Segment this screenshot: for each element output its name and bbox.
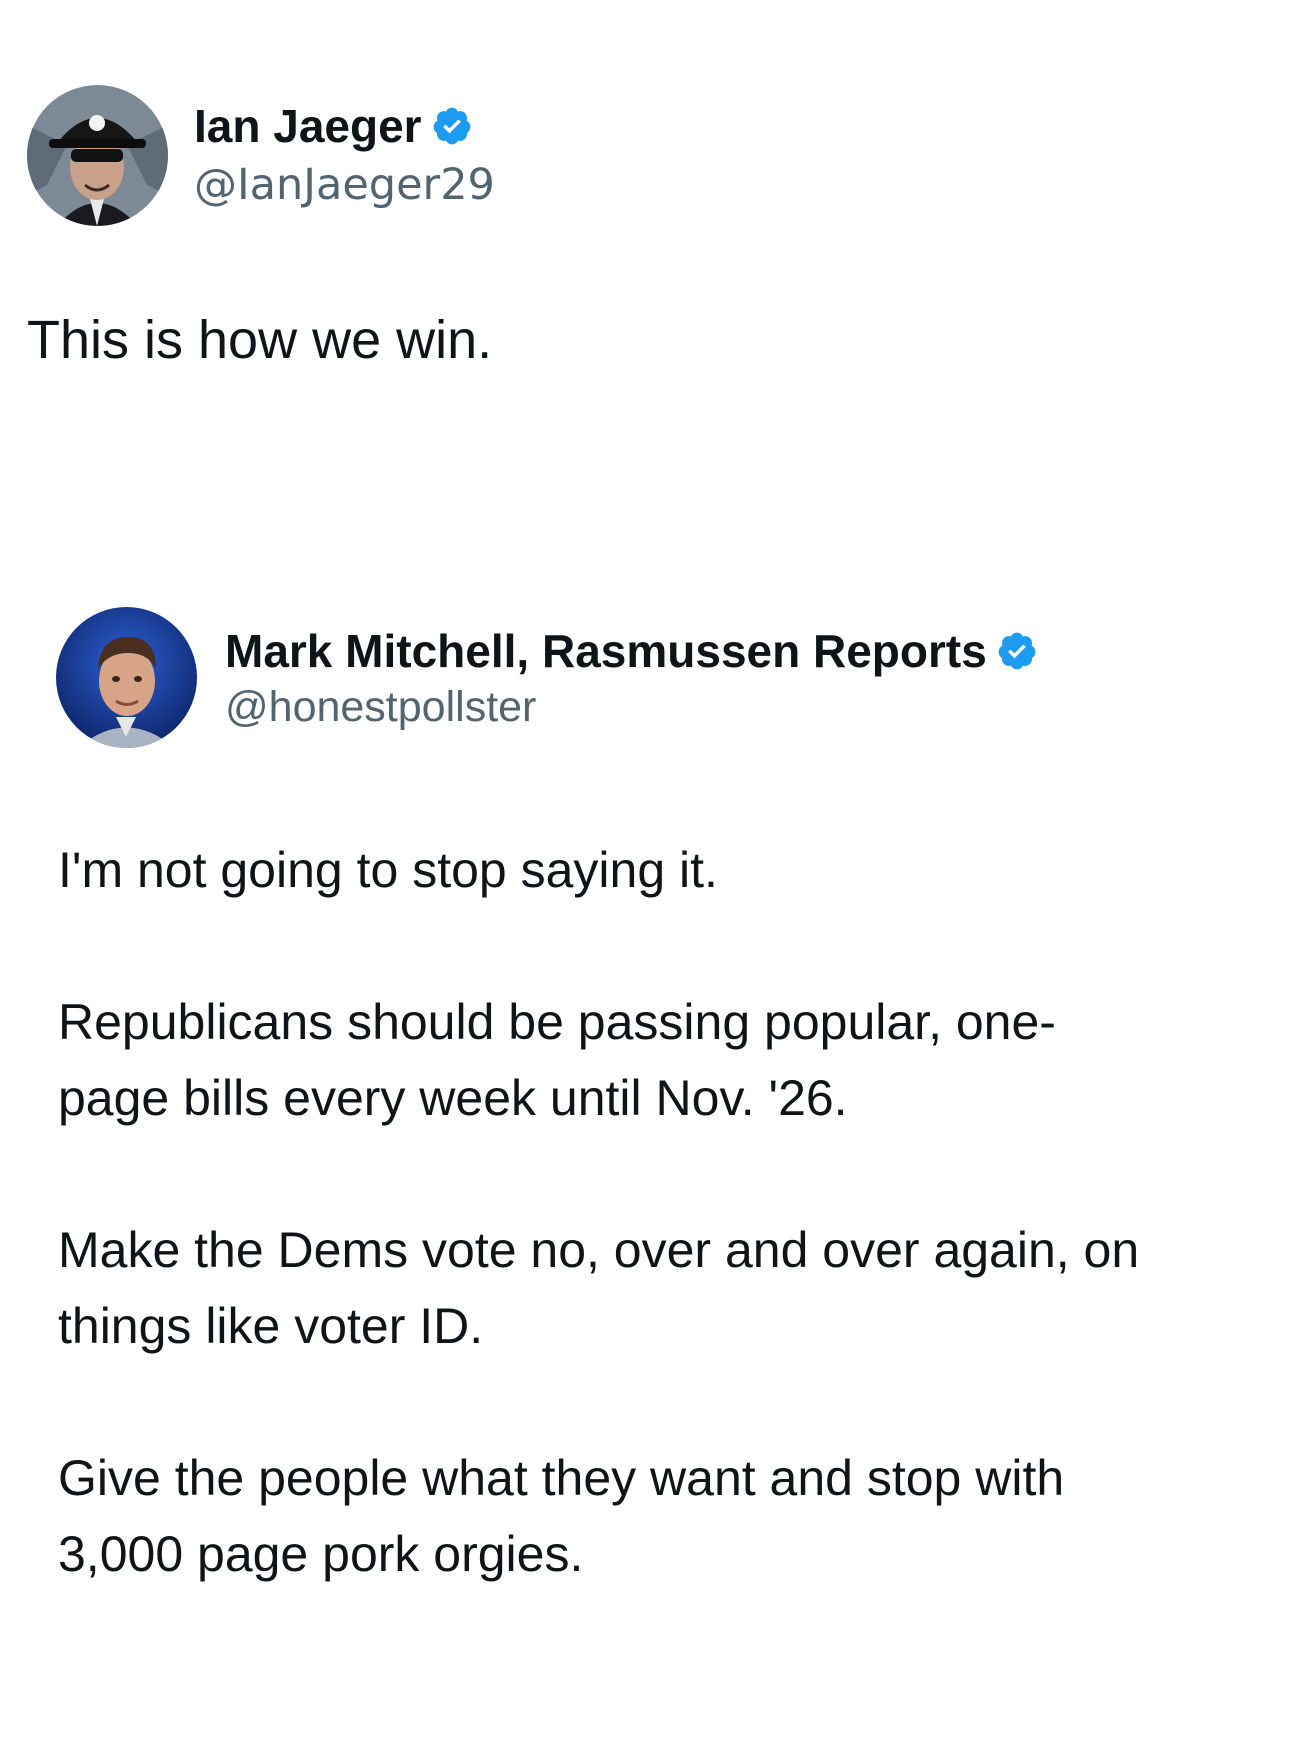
author-name[interactable]: Ian Jaeger (194, 99, 422, 153)
quoted-paragraph: Give the people what they want and stop … (58, 1450, 1065, 1582)
avatar[interactable] (27, 85, 168, 226)
quoted-author-handle[interactable]: @honestpollster (225, 683, 536, 732)
quoted-paragraph: Republicans should be passing popular, o… (58, 994, 1056, 1126)
verified-badge-icon (431, 105, 473, 147)
author-handle[interactable]: @IanJaeger29 (194, 160, 495, 210)
post-text: This is how we win. (27, 310, 493, 370)
quoted-paragraph: I'm not going to stop saying it. (58, 842, 718, 898)
quoted-author-name-line[interactable]: Mark Mitchell, Rasmussen Reports (225, 623, 1038, 679)
author-name-line[interactable]: Ian Jaeger (194, 98, 473, 154)
quoted-post-text: I'm not going to stop saying it. Republi… (58, 832, 1258, 1592)
avatar-man-in-black-cap-icon (27, 85, 168, 226)
quoted-avatar[interactable] (56, 607, 197, 748)
verified-badge-icon (996, 630, 1038, 672)
avatar-man-portrait-icon (56, 607, 197, 748)
quoted-paragraph: Make the Dems vote no, over and over aga… (58, 1222, 1140, 1354)
quoted-author-name[interactable]: Mark Mitchell, Rasmussen Reports (225, 624, 987, 678)
